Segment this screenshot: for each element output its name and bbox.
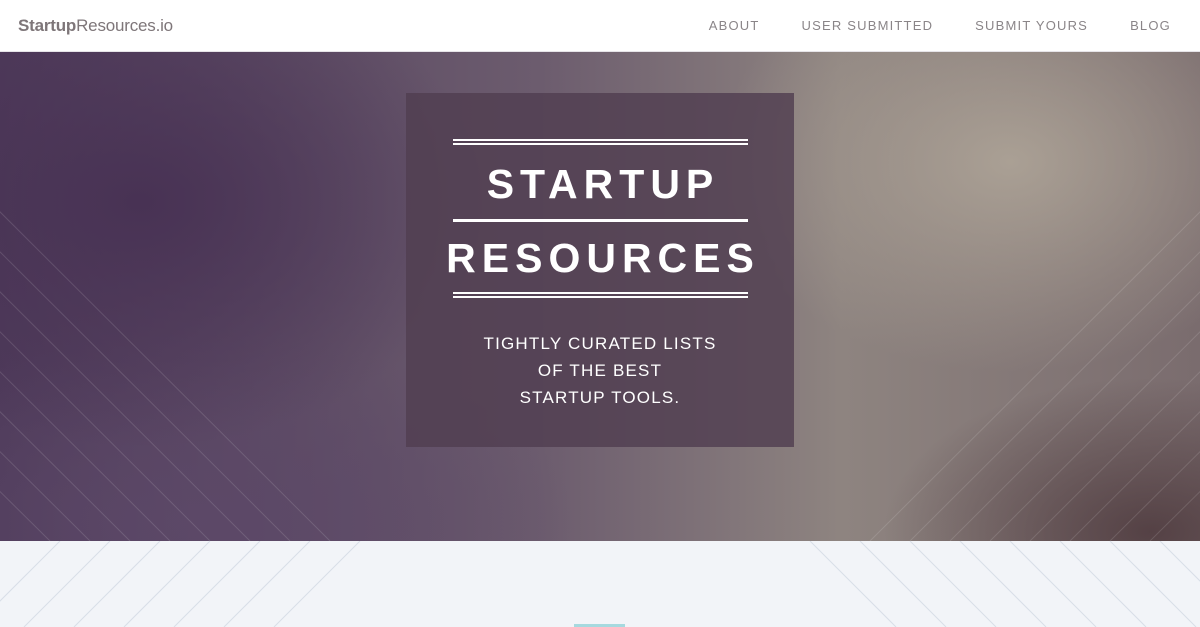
title-line-resources: RESOURCES — [446, 235, 760, 281]
navbar: StartupResources.io ABOUT USER SUBMITTED… — [0, 0, 1200, 52]
main-nav: ABOUT USER SUBMITTED SUBMIT YOURS BLOG — [709, 18, 1171, 33]
middle-rule — [452, 219, 748, 222]
content-diagonal-lines-decoration — [0, 541, 1200, 627]
hero-title-card: STARTUP RESOURCES TIGHTLY CURATED LISTS … — [406, 93, 794, 447]
site-logo[interactable]: StartupResources.io — [18, 16, 173, 36]
tagline-line-2: OF THE BEST — [537, 361, 663, 380]
hero-section: STARTUP RESOURCES TIGHTLY CURATED LISTS … — [0, 52, 1200, 541]
logo-bold-text: Startup — [18, 15, 77, 35]
nav-link-about[interactable]: ABOUT — [709, 18, 760, 33]
nav-link-user-submitted[interactable]: USER SUBMITTED — [802, 18, 934, 33]
title-line-startup: STARTUP — [486, 161, 720, 207]
nav-link-submit-yours[interactable]: SUBMIT YOURS — [975, 18, 1088, 33]
hero-tagline: TIGHTLY CURATED LISTS OF THE BEST STARTU… — [483, 330, 716, 411]
content-section — [0, 541, 1200, 627]
tagline-line-1: TIGHTLY CURATED LISTS — [483, 334, 717, 353]
tagline-line-3: STARTUP TOOLS. — [519, 388, 681, 407]
bottom-double-rule — [452, 292, 748, 298]
top-double-rule — [452, 139, 748, 145]
nav-link-blog[interactable]: BLOG — [1130, 18, 1171, 33]
logo-rest-text: Resources.io — [76, 15, 173, 35]
